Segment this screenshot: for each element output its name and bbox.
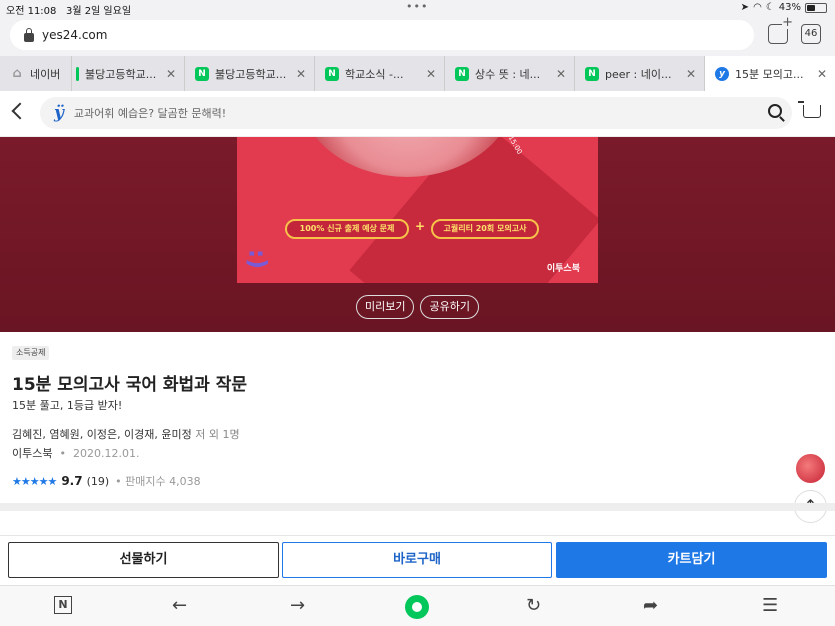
search-icon[interactable] — [768, 104, 782, 118]
yes24-icon: y — [715, 66, 729, 81]
tab-active-yes24[interactable]: y 15분 모의고... ✕ — [705, 56, 835, 91]
wifi-icon: ◠ — [753, 2, 762, 13]
rating-row[interactable]: ★★★★★ 9.7 (19) • 판매지수 4,038 — [12, 473, 201, 489]
tab-3[interactable]: N 불당고등학교... ✕ — [185, 56, 315, 91]
product-title: 15분 모의고사 국어 화법과 작문 — [12, 375, 248, 395]
add-to-cart-button[interactable]: 카트담기 — [556, 542, 827, 578]
green-home-icon[interactable] — [405, 595, 429, 619]
product-subtitle: 15분 풀고, 1등급 받자! — [12, 399, 123, 412]
new-tab-button[interactable] — [768, 16, 793, 44]
close-icon[interactable]: ✕ — [817, 67, 827, 81]
rating-stars-icon: ★★★★★ — [12, 474, 57, 488]
url-text: yes24.com — [42, 28, 108, 42]
floating-promo-icon[interactable] — [794, 452, 827, 485]
status-time: 오전 11:08 3월 2일 일요일 — [6, 6, 132, 17]
back-icon[interactable]: ← — [172, 596, 187, 616]
purchase-action-bar: 선물하기 바로구매 카트담기 — [0, 535, 835, 585]
lock-icon — [24, 27, 34, 42]
publisher-link[interactable]: 이투스북 — [12, 447, 52, 460]
share-button[interactable]: 공유하기 — [420, 295, 479, 319]
naver-icon: N — [325, 66, 339, 81]
buy-now-button[interactable]: 바로구매 — [282, 542, 552, 578]
site-header: ÿ 교과어휘 예습은? 달곰한 문해력! — [0, 91, 835, 137]
cover-pill-right: 고퀄리티 20회 모의고사 — [431, 219, 539, 239]
cover-publisher-logo: 이투스북 — [546, 264, 580, 274]
home-icon: ⌂ — [12, 65, 22, 81]
book-cover[interactable]: 15:00 100% 신규 출제 예상 문제 + 고퀄리티 20회 모의고사 :… — [237, 137, 598, 283]
section-divider — [0, 503, 835, 511]
url-bar[interactable]: yes24.com — [10, 20, 754, 50]
authors-suffix: 저 외 1명 — [195, 428, 240, 441]
location-icon: ➤ — [740, 2, 750, 13]
search-placeholder: 교과어휘 예습은? 달곰한 문해력! — [73, 107, 227, 120]
authors-link[interactable]: 김혜진, 염혜원, 이정은, 이경재, 윤미정 — [12, 428, 192, 441]
gift-button[interactable]: 선물하기 — [8, 542, 279, 578]
reload-icon[interactable]: ↻ — [526, 596, 541, 616]
multitask-dots-icon[interactable]: ••• — [406, 0, 428, 13]
battery-icon — [805, 2, 827, 13]
forward-icon[interactable]: → — [290, 596, 305, 616]
review-count[interactable]: (19) — [87, 475, 110, 488]
cart-icon[interactable] — [798, 101, 821, 118]
publisher-row: 이투스북 • 2020.12.01. — [12, 447, 140, 460]
author-list: 김혜진, 염혜원, 이정은, 이경재, 윤미정 저 외 1명 — [12, 426, 240, 442]
tab-strip: ⌂ 네이버 불당고등학교... ✕ N 불당고등학교... ✕ N 학교소식 -… — [0, 56, 835, 91]
cover-pill-left: 100% 신규 출제 예상 문제 — [285, 219, 409, 239]
product-info: 소득공제 15분 모의고사 국어 화법과 작문 15분 풀고, 1등급 받자! … — [0, 332, 835, 523]
tab-4[interactable]: N 학교소식 -... ✕ — [315, 56, 445, 91]
tab-5[interactable]: N 상수 뜻 : 네... ✕ — [445, 56, 575, 91]
tax-deduction-badge: 소득공제 — [12, 346, 50, 360]
yes24-logo[interactable]: ÿ — [54, 103, 64, 123]
preview-button[interactable]: 미리보기 — [356, 295, 415, 319]
tab-naver-home[interactable]: ⌂ 네이버 — [0, 56, 72, 91]
close-icon[interactable]: ✕ — [166, 67, 176, 81]
tab-2[interactable]: 불당고등학교... ✕ — [72, 56, 185, 91]
close-icon[interactable]: ✕ — [556, 67, 566, 81]
moon-icon: ☾ — [765, 2, 775, 13]
close-icon[interactable]: ✕ — [686, 67, 696, 81]
status-bar: 오전 11:08 3월 2일 일요일 ••• ➤ ◠ ☾ 43% — [0, 0, 835, 17]
green-bar-icon — [76, 66, 79, 81]
menu-icon[interactable]: ☰ — [762, 596, 778, 616]
sales-index: 판매지수 4,038 — [125, 475, 201, 488]
naver-icon: N — [455, 66, 469, 81]
close-icon[interactable]: ✕ — [426, 67, 436, 81]
site-search-box[interactable]: ÿ 교과어휘 예습은? 달곰한 문해력! — [40, 97, 792, 129]
cover-plus: + — [415, 219, 426, 233]
smile-icon: :) — [243, 248, 272, 270]
browser-address-row: yes24.com 46 — [0, 16, 835, 56]
rating-value: 9.7 — [61, 474, 83, 488]
back-arrow-icon[interactable] — [11, 102, 29, 120]
product-hero: 15:00 100% 신규 출제 예상 문제 + 고퀄리티 20회 모의고사 :… — [0, 137, 835, 332]
tab-6[interactable]: N peer : 네이... ✕ — [575, 56, 705, 91]
naver-n-icon[interactable]: N — [54, 596, 72, 614]
publish-date: 2020.12.01. — [72, 447, 140, 460]
naver-icon: N — [195, 66, 209, 81]
share-icon[interactable]: ➦ — [643, 596, 658, 616]
close-icon[interactable]: ✕ — [296, 67, 306, 81]
browser-toolbar: N ← → ↻ ➦ ☰ — [0, 585, 835, 626]
battery-percent: 43% — [778, 2, 801, 13]
tab-count-button[interactable]: 46 — [801, 24, 821, 44]
naver-icon: N — [585, 66, 599, 81]
